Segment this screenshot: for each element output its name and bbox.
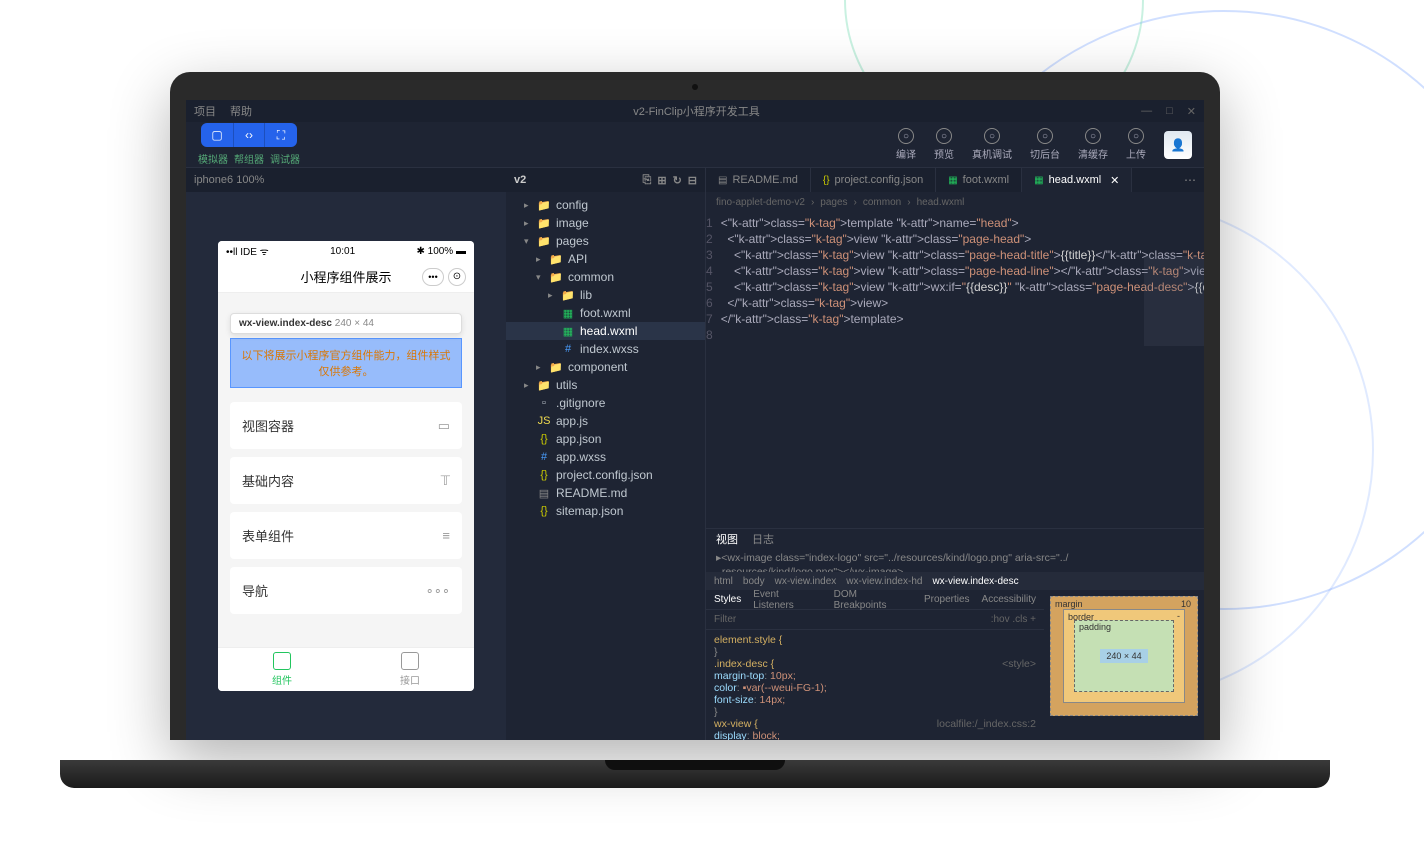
tree-item[interactable]: ▸📁image — [506, 214, 705, 232]
editor-toggle[interactable]: ‹› — [233, 123, 265, 147]
close-icon[interactable]: ✕ — [1187, 105, 1196, 118]
devtools-tab[interactable]: 视图 — [716, 531, 738, 547]
status-time: 10:01 — [330, 246, 355, 257]
list-item[interactable]: 导航∘∘∘ — [230, 567, 462, 614]
tree-item[interactable]: ▸📁component — [506, 358, 705, 376]
styles-tab[interactable]: Event Listeners — [753, 589, 821, 611]
styles-tab[interactable]: Properties — [924, 594, 970, 605]
toolbar-action[interactable]: ○清缓存 — [1078, 128, 1108, 161]
menu-help[interactable]: 帮助 — [230, 103, 252, 119]
tree-item[interactable]: #index.wxss — [506, 340, 705, 358]
more-icon[interactable]: ⋯ — [1176, 173, 1204, 187]
breadcrumb[interactable]: fino-applet-demo-v2›pages›common›head.wx… — [706, 192, 1204, 212]
debugger-toggle[interactable]: ⛶ — [265, 123, 297, 147]
toolbar-label: 模拟器 — [198, 151, 228, 166]
box-model: margin 10 border - padding 240 × 44 — [1044, 590, 1204, 740]
tree-item[interactable]: {}app.json — [506, 430, 705, 448]
status-signal: ••ll IDE ᯤ — [226, 244, 269, 258]
tree-item[interactable]: ▦head.wxml — [506, 322, 705, 340]
toolbar-action[interactable]: ○上传 — [1126, 128, 1146, 161]
tree-item[interactable]: {}project.config.json — [506, 466, 705, 484]
capsule-menu[interactable]: ••• — [422, 268, 444, 286]
window-titlebar: 项目 帮助 v2-FinClip小程序开发工具 — □ ✕ — [186, 100, 1204, 122]
avatar[interactable]: 👤 — [1164, 131, 1192, 159]
highlighted-element[interactable]: 以下将展示小程序官方组件能力，组件样式仅供参考。 — [230, 338, 462, 388]
list-item[interactable]: 视图容器▭ — [230, 402, 462, 449]
simulator-panel: iphone6 100% ••ll IDE ᯤ 10:01 ✱ 100% ▬ 小… — [186, 168, 506, 740]
tree-item[interactable]: ▸📁lib — [506, 286, 705, 304]
toolbar: ▢ ‹› ⛶ 模拟器帮组器调试器 ○编译 ○预览 ○真机调试 ○切后台 ○清缓存 ○上传 👤 — [186, 122, 1204, 168]
styles-tab[interactable]: Styles — [714, 594, 741, 605]
toolbar-label: 调试器 — [270, 151, 300, 166]
device-info: iphone6 100% — [186, 168, 506, 192]
file-explorer: v2 ⎘ ⊞ ↻ ⊟ ▸📁config▸📁image▾📁pages▸📁API▾📁… — [506, 168, 706, 740]
toolbar-action[interactable]: ○预览 — [934, 128, 954, 161]
project-root[interactable]: v2 — [514, 174, 526, 186]
capsule-close[interactable]: ⊙ — [448, 268, 466, 286]
code-area[interactable]: <"k-attr">class="k-tag">template "k-attr… — [721, 212, 1204, 528]
minimize-icon[interactable]: — — [1141, 105, 1152, 118]
tree-item[interactable]: ▸📁utils — [506, 376, 705, 394]
styles-tab[interactable]: Accessibility — [982, 594, 1036, 605]
tree-item[interactable]: {}sitemap.json — [506, 502, 705, 520]
devtools-panel: 视图日志 ▸<wx-image class="index-logo" src="… — [706, 528, 1204, 740]
tree-item[interactable]: ▤README.md — [506, 484, 705, 502]
css-rules[interactable]: element.style {}.index-desc {<style> mar… — [706, 630, 1044, 740]
styles-tab[interactable]: DOM Breakpoints — [834, 589, 912, 611]
line-gutter: 12345678 — [706, 212, 721, 528]
tree-item[interactable]: ▫.gitignore — [506, 394, 705, 412]
tree-item[interactable]: ▸📁config — [506, 196, 705, 214]
dom-inspector[interactable]: ▸<wx-image class="index-logo" src="../re… — [706, 549, 1204, 572]
editor-tab[interactable]: ▤README.md — [706, 168, 811, 192]
phone-preview: ••ll IDE ᯤ 10:01 ✱ 100% ▬ 小程序组件展示 ••• ⊙ … — [218, 241, 474, 691]
devtools-tab[interactable]: 日志 — [752, 531, 774, 547]
new-folder-icon[interactable]: ⊞ — [657, 174, 666, 187]
toolbar-action[interactable]: ○编译 — [896, 128, 916, 161]
tab-api[interactable]: 接口 — [346, 648, 474, 691]
nav-title: 小程序组件展示 — [300, 267, 391, 286]
list-item[interactable]: 表单组件≡ — [230, 512, 462, 559]
toolbar-action[interactable]: ○真机调试 — [972, 128, 1012, 161]
tree-item[interactable]: ▦foot.wxml — [506, 304, 705, 322]
minimap[interactable] — [1144, 256, 1204, 346]
simulator-toggle[interactable]: ▢ — [201, 123, 233, 147]
inspector-tooltip: wx-view.index-desc 240 × 44 — [230, 313, 462, 334]
tree-item[interactable]: ▾📁common — [506, 268, 705, 286]
toolbar-label: 帮组器 — [234, 151, 264, 166]
dom-breadcrumb[interactable]: htmlbodywx-view.indexwx-view.index-hdwx-… — [706, 572, 1204, 590]
tab-component[interactable]: 组件 — [218, 648, 346, 691]
maximize-icon[interactable]: □ — [1166, 105, 1173, 118]
styles-hov-cls[interactable]: :hov .cls + — [991, 614, 1036, 625]
status-battery: ✱ 100% ▬ — [416, 246, 466, 257]
menu-project[interactable]: 项目 — [194, 103, 216, 119]
new-file-icon[interactable]: ⎘ — [643, 174, 652, 187]
code-editor: ▤README.md{}project.config.json▦foot.wxm… — [706, 168, 1204, 740]
refresh-icon[interactable]: ↻ — [673, 174, 682, 187]
ide-window: 项目 帮助 v2-FinClip小程序开发工具 — □ ✕ ▢ ‹› ⛶ 模拟器… — [186, 100, 1204, 740]
toolbar-action[interactable]: ○切后台 — [1030, 128, 1060, 161]
styles-filter[interactable]: Filter — [714, 614, 736, 625]
tree-item[interactable]: ▾📁pages — [506, 232, 705, 250]
tree-item[interactable]: #app.wxss — [506, 448, 705, 466]
tree-item[interactable]: JSapp.js — [506, 412, 705, 430]
editor-tab[interactable]: {}project.config.json — [811, 168, 936, 192]
tree-item[interactable]: ▸📁API — [506, 250, 705, 268]
editor-tab[interactable]: ▦foot.wxml — [936, 168, 1022, 192]
window-title: v2-FinClip小程序开发工具 — [252, 103, 1141, 119]
laptop-frame: 项目 帮助 v2-FinClip小程序开发工具 — □ ✕ ▢ ‹› ⛶ 模拟器… — [170, 72, 1220, 740]
list-item[interactable]: 基础内容𝕋 — [230, 457, 462, 504]
collapse-icon[interactable]: ⊟ — [688, 174, 697, 187]
editor-tab[interactable]: ▦head.wxml✕ — [1022, 168, 1132, 192]
